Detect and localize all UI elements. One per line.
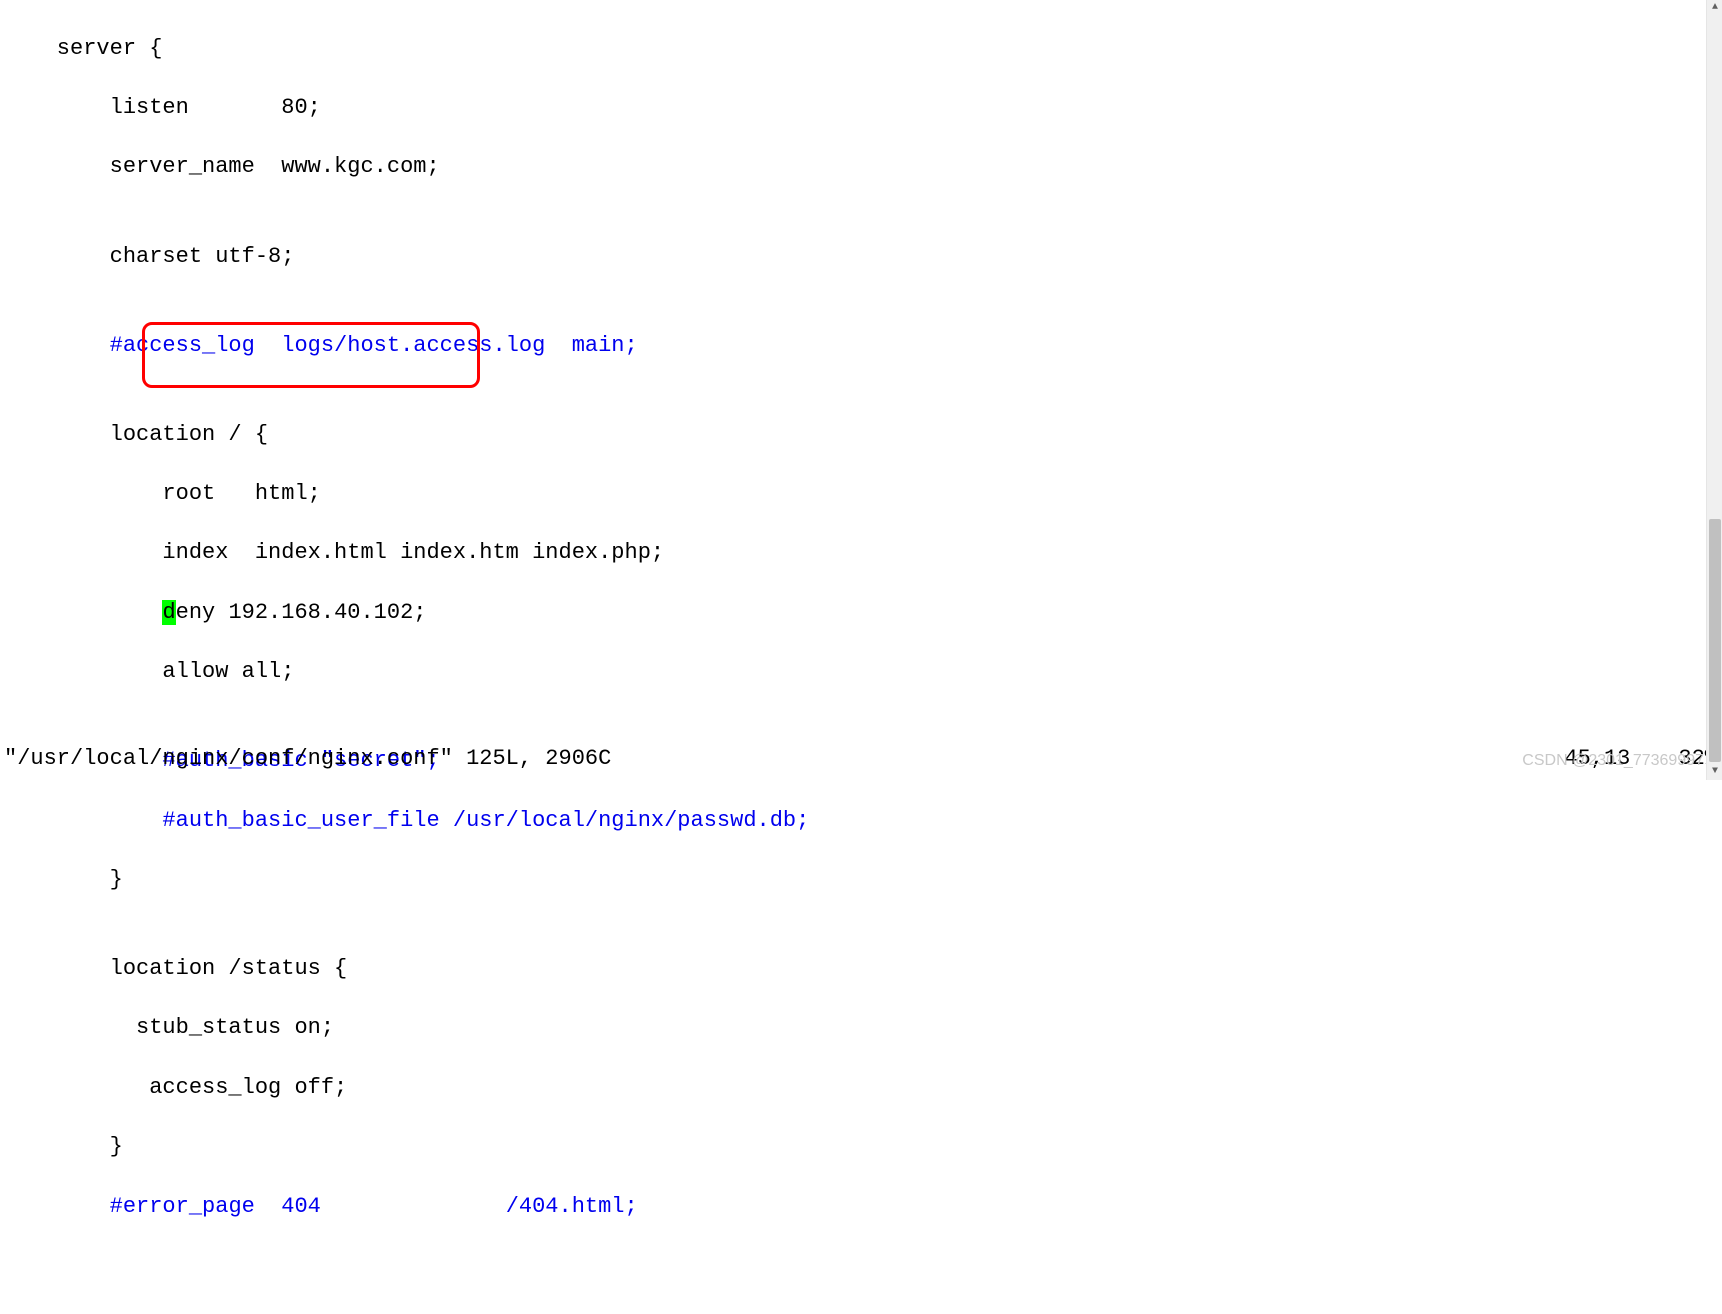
code-editor[interactable]: server { listen 80; server_name www.kgc.… <box>0 0 1722 1314</box>
code-line: allow all; <box>4 657 1718 687</box>
code-line-comment: #access_log logs/host.access.log main; <box>4 331 1718 361</box>
scrollbar[interactable]: ▲ ▼ <box>1706 0 1722 780</box>
code-line: stub_status on; <box>4 1013 1718 1043</box>
code-line: server_name www.kgc.com; <box>4 152 1718 182</box>
code-line: } <box>4 865 1718 895</box>
cursor: d <box>162 600 175 625</box>
scrollbar-thumb[interactable] <box>1709 519 1721 762</box>
code-line: location /status { <box>4 954 1718 984</box>
code-line: server { <box>4 34 1718 64</box>
scrollbar-up-icon[interactable]: ▲ <box>1707 0 1722 16</box>
code-line: index index.html index.htm index.php; <box>4 538 1718 568</box>
code-line-comment: #auth_basic_user_file /usr/local/nginx/p… <box>4 806 1718 836</box>
vim-status-bar: "/usr/local/nginx/conf/nginx.conf" 125L,… <box>4 744 1718 774</box>
code-line: location / { <box>4 420 1718 450</box>
scrollbar-down-icon[interactable]: ▼ <box>1707 764 1722 780</box>
cursor-position: 45,13 <box>1564 744 1630 774</box>
code-line: charset utf-8; <box>4 242 1718 272</box>
file-info: "/usr/local/nginx/conf/nginx.conf" 125L,… <box>4 744 611 774</box>
code-line: access_log off; <box>4 1073 1718 1103</box>
code-line: #error_page 404 /404.html; <box>4 1192 1718 1222</box>
code-line: } <box>4 1132 1718 1162</box>
code-line: listen 80; <box>4 93 1718 123</box>
code-line-cursor: deny 192.168.40.102; <box>4 598 1718 628</box>
code-line: root html; <box>4 479 1718 509</box>
